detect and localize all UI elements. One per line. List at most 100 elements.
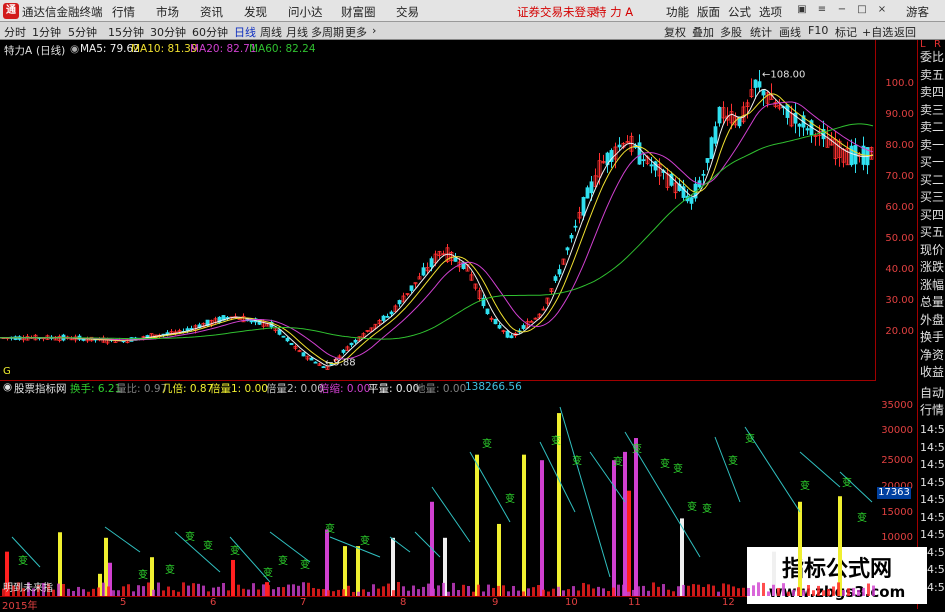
candle-body [281, 335, 286, 338]
guest-label[interactable]: 游客 [906, 4, 929, 20]
menu-market[interactable]: 市场 [156, 4, 179, 20]
login-status[interactable]: 证券交易未登录 [517, 4, 598, 20]
menu-formula[interactable]: 公式 [728, 4, 751, 20]
chart-marker: G [3, 366, 11, 377]
volume-bar-small [807, 584, 810, 596]
low-price-label: ←9.88 [325, 358, 356, 369]
trend-line [431, 486, 471, 543]
btn-statistics[interactable]: 统计 [750, 24, 772, 40]
period-tick[interactable]: 分时 [4, 24, 26, 40]
volume-bar-small [77, 586, 80, 596]
period-1min[interactable]: 1分钟 [32, 24, 61, 40]
period-15min[interactable]: 15分钟 [108, 24, 144, 40]
trend-line [329, 536, 381, 558]
btn-drawing[interactable]: 画线 [779, 24, 801, 40]
maximize-icon[interactable]: □ [854, 2, 870, 18]
volume-bar-small [787, 591, 790, 596]
volume-bar-small [752, 585, 755, 596]
auto-label[interactable]: 自动 [920, 384, 944, 401]
period-5min[interactable]: 5分钟 [68, 24, 97, 40]
volume-bar-small [382, 586, 385, 596]
btn-restore-rights[interactable]: 复权 [664, 24, 686, 40]
menu-icon[interactable]: ≡ [814, 2, 830, 18]
volume-bar-small [417, 589, 420, 596]
volume-bar-small [122, 586, 125, 596]
volume-bar-small [687, 585, 690, 596]
volume-bar-small [377, 588, 380, 596]
volume-bar-small [562, 590, 565, 596]
volume-bar-small [127, 584, 130, 596]
menu-wealth[interactable]: 财富圈 [341, 4, 376, 20]
volume-bar-small [107, 586, 110, 596]
candle-body [453, 257, 458, 262]
shirt-icon[interactable]: ▣ [794, 2, 810, 18]
period-multi[interactable]: 多周期 [311, 24, 344, 40]
volume-bar-small [497, 585, 500, 596]
quote-field-label: 卖三 [920, 102, 945, 117]
period-monthly[interactable]: 月线 [286, 24, 308, 40]
candle-body [585, 187, 590, 199]
menu-news[interactable]: 资讯 [200, 4, 223, 20]
menu-function[interactable]: 功能 [666, 4, 689, 20]
menu-trade[interactable]: 交易 [396, 4, 419, 20]
quote-field-label: 卖四 [920, 85, 945, 99]
menu-discover[interactable]: 发现 [244, 4, 267, 20]
volume-bar-small [457, 590, 460, 596]
volume-bar-small [777, 587, 780, 596]
period-60min[interactable]: 60分钟 [192, 24, 228, 40]
quote-field-label: 买一 [920, 155, 945, 169]
volume-bar-small [797, 587, 800, 596]
btn-overlay[interactable]: 叠加 [692, 24, 714, 40]
volume-bar-small [132, 591, 135, 596]
volume-bar-small [312, 587, 315, 596]
volume-bar-small [222, 582, 225, 596]
change-marker-label: 变 [18, 554, 28, 567]
price-tick: 90.00 [885, 109, 914, 120]
candle-body [497, 324, 502, 329]
price-tick: 20.00 [885, 326, 914, 337]
candle-body [637, 142, 642, 165]
candle-body [717, 106, 722, 124]
volume-bar-small [567, 589, 570, 596]
change-marker-label: 变 [165, 563, 175, 576]
close-icon[interactable]: × [874, 2, 890, 18]
current-volume-label: 17363 [877, 487, 911, 499]
candle-body [301, 352, 306, 357]
volume-bar-small [537, 585, 540, 596]
candle-body [565, 247, 570, 251]
price-tick: 50.00 [885, 233, 914, 244]
candle-body [409, 285, 414, 291]
quotes-label[interactable]: 行情 [920, 401, 944, 418]
btn-add-watchlist[interactable]: +自选 [862, 24, 893, 40]
volume-bar-small [82, 589, 85, 596]
volume-bar-small [282, 587, 285, 596]
volume-bar-small [657, 586, 660, 596]
period-weekly[interactable]: 周线 [260, 24, 282, 40]
volume-bar-small [322, 589, 325, 596]
btn-multi-stock[interactable]: 多股 [720, 24, 742, 40]
minimize-icon[interactable]: − [834, 2, 850, 18]
quote-field-label: 现价 [920, 242, 945, 257]
candle-body [797, 123, 802, 127]
price-tick: 40.00 [885, 264, 914, 275]
menu-quotes[interactable]: 行情 [112, 4, 135, 20]
btn-f10[interactable]: F10 [808, 24, 828, 37]
volume-bar-small [277, 587, 280, 596]
volume-bar-small [707, 584, 710, 596]
menu-options[interactable]: 选项 [759, 4, 782, 20]
volume-bar-small [507, 591, 510, 596]
period-more[interactable]: 更多 [345, 24, 367, 40]
chevron-right-icon[interactable]: › [372, 24, 376, 37]
period-30min[interactable]: 30分钟 [150, 24, 186, 40]
stock-name: 特 力 A [595, 5, 634, 19]
volume-bar [325, 529, 329, 596]
volume-bar [522, 454, 526, 596]
btn-mark[interactable]: 标记 [835, 24, 857, 40]
menu-layout[interactable]: 版面 [697, 4, 720, 20]
change-marker-label: 变 [687, 500, 697, 513]
kline-chart[interactable]: ←108.00 ←9.88 G [0, 40, 876, 380]
btn-back[interactable]: 返回 [894, 24, 916, 40]
period-daily[interactable]: 日线 [234, 24, 256, 40]
menu-assistant[interactable]: 问小达 [288, 4, 323, 20]
candle-body [353, 339, 358, 343]
